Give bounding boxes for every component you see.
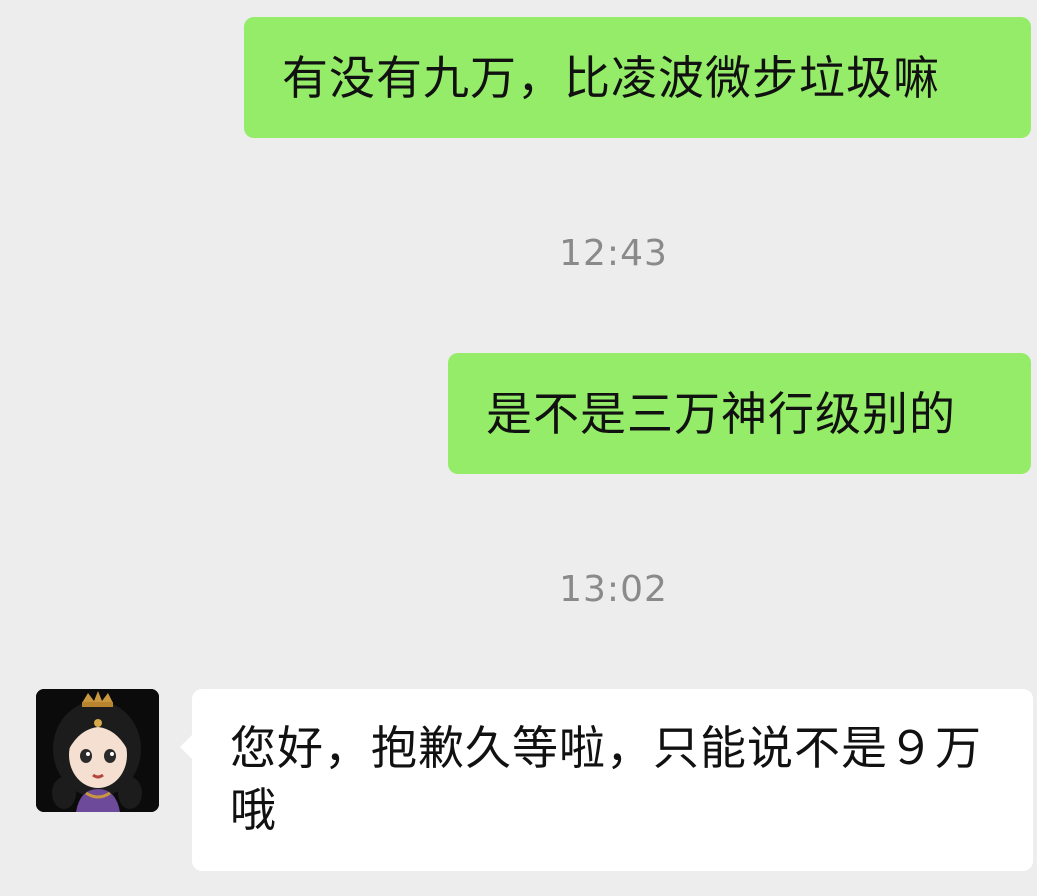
- message-timestamp: 13:02: [559, 569, 668, 610]
- chat-conversation: 有没有九万，比凌波微步垃圾嘛 12:43 是不是三万神行级别的 13:02 您好…: [0, 0, 1037, 896]
- message-timestamp: 12:43: [559, 233, 668, 274]
- message-text: 是不是三万神行级别的: [486, 387, 956, 441]
- message-text: 有没有九万，比凌波微步垃圾嘛: [282, 51, 940, 105]
- avatar-anime-girl-icon: [36, 689, 159, 812]
- sent-message-bubble[interactable]: 是不是三万神行级别的: [448, 353, 1031, 474]
- received-message-bubble[interactable]: 您好，抱歉久等啦，只能说不是９万哦: [180, 689, 1033, 871]
- contact-avatar[interactable]: [36, 689, 159, 812]
- sent-message-bubble[interactable]: 有没有九万，比凌波微步垃圾嘛: [244, 17, 1031, 138]
- message-text: 您好，抱歉久等啦，只能说不是９万哦: [230, 721, 982, 837]
